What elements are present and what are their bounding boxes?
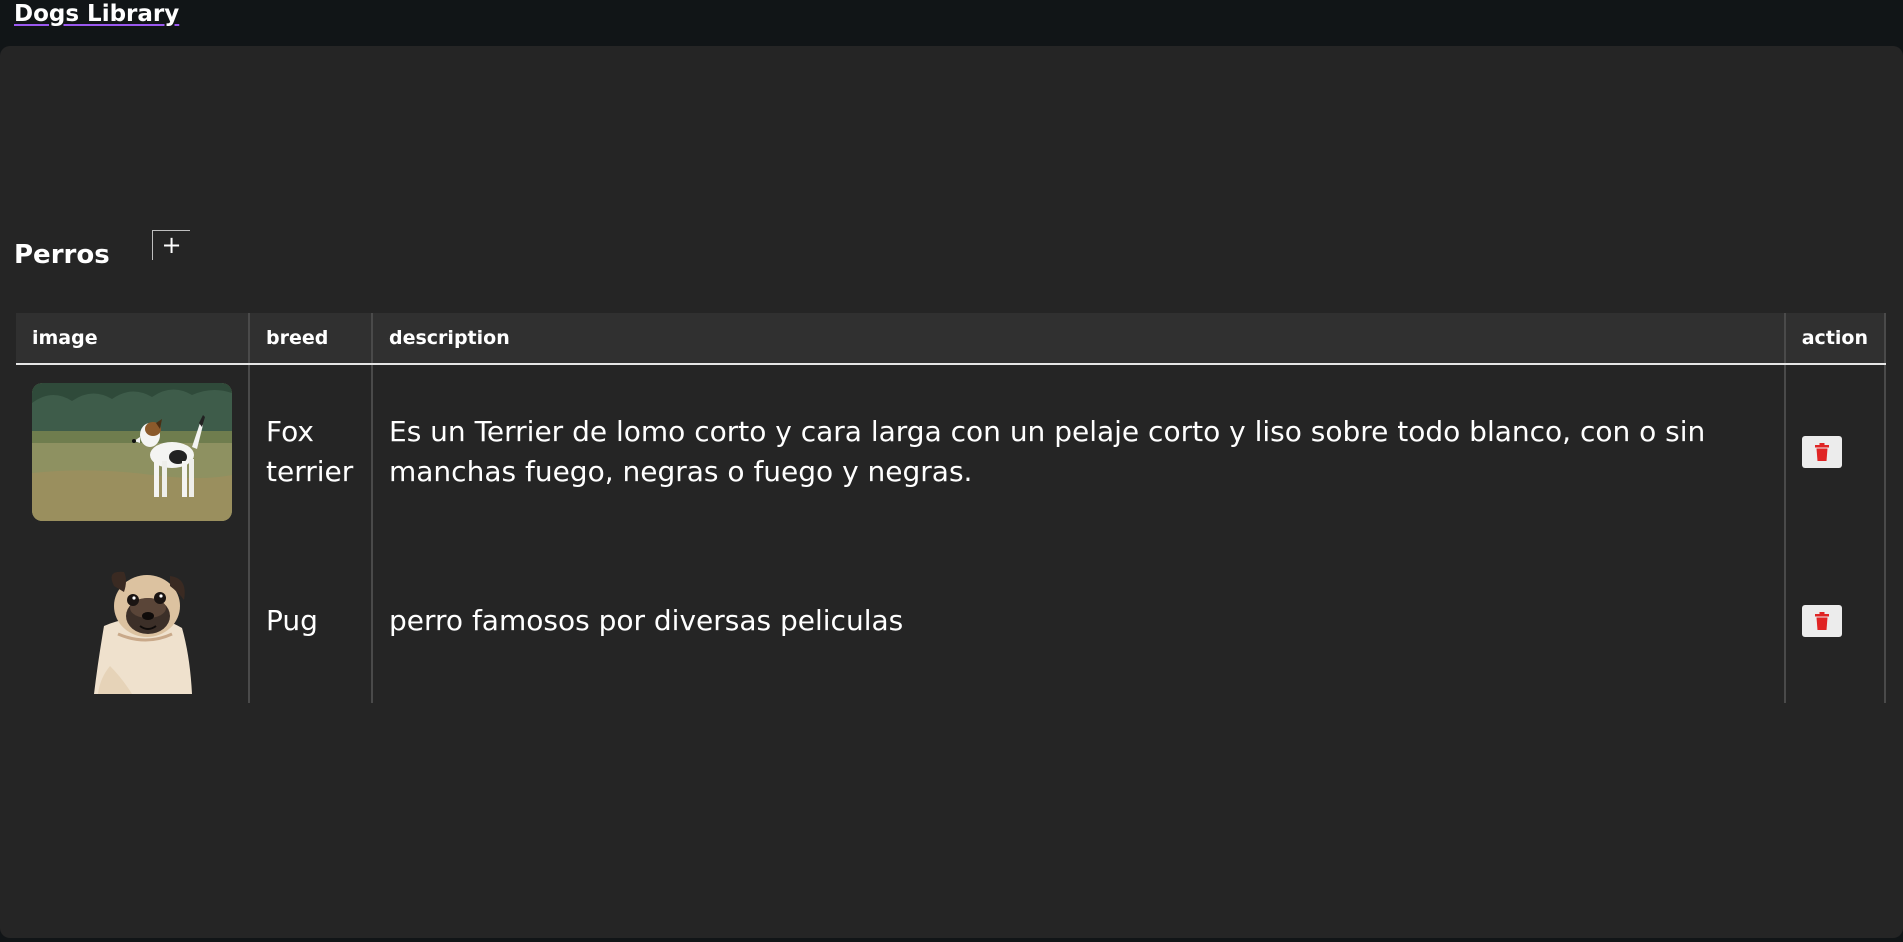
delete-button[interactable] xyxy=(1801,605,1842,637)
add-dog-button[interactable]: + xyxy=(152,230,190,260)
table-row: Pug perro famosos por diversas peliculas xyxy=(16,539,1887,703)
trash-icon xyxy=(1814,612,1829,630)
column-header-image: image xyxy=(16,313,249,365)
action-cell xyxy=(1783,539,1887,703)
fox-terrier-photo xyxy=(32,383,232,521)
action-cell xyxy=(1783,364,1887,539)
top-bar: Dogs Library xyxy=(0,0,1903,46)
table-header-row: image breed description action xyxy=(16,313,1887,365)
description-cell: perro famosos por diversas peliculas xyxy=(371,539,1785,703)
column-header-description: description xyxy=(371,313,1785,365)
brand-link[interactable]: Dogs Library xyxy=(14,0,179,28)
delete-button[interactable] xyxy=(1801,436,1842,468)
trash-icon xyxy=(1814,443,1829,461)
dog-image-cell xyxy=(16,364,249,539)
dog-image-cell xyxy=(16,539,249,703)
breed-cell: Pug xyxy=(248,539,372,703)
table-row: Fox terrier Es un Terrier de lomo corto … xyxy=(16,364,1887,539)
section-title: Perros xyxy=(14,240,110,270)
column-header-breed: breed xyxy=(248,313,372,365)
column-header-action: action xyxy=(1783,313,1887,365)
breed-cell: Fox terrier xyxy=(248,364,372,539)
pug-photo xyxy=(94,571,192,694)
description-cell: Es un Terrier de lomo corto y cara larga… xyxy=(371,364,1785,539)
dogs-table: image breed description action Fox terri… xyxy=(16,313,1887,703)
